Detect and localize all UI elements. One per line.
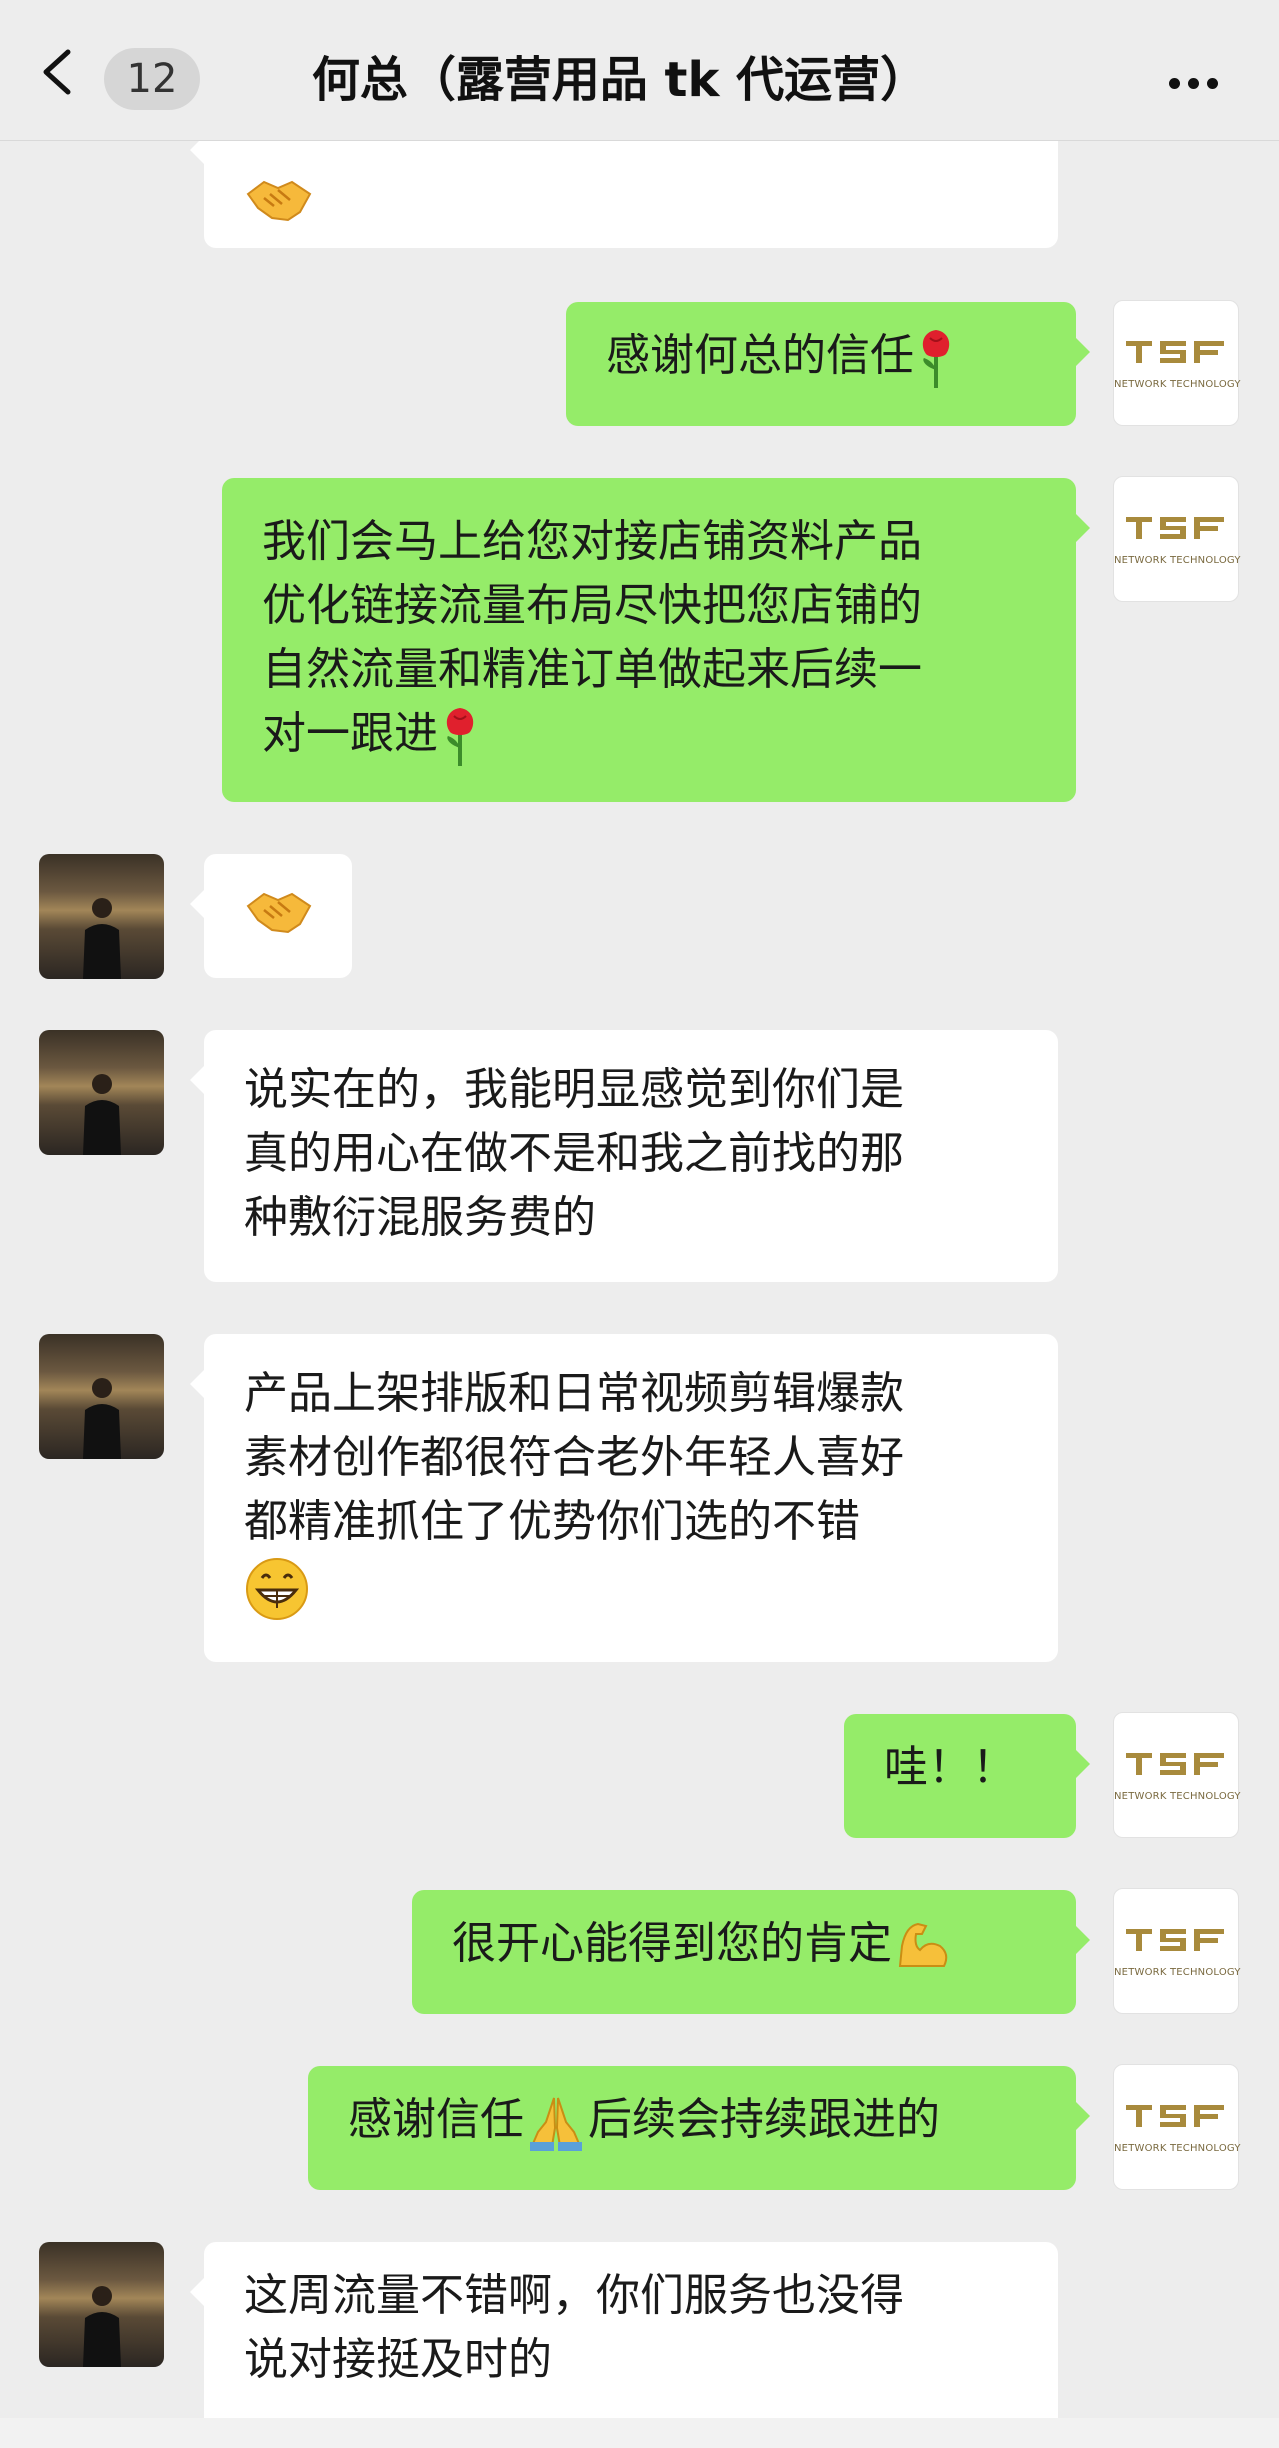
folded-hands-icon xyxy=(530,2097,582,2151)
unread-count-badge[interactable]: 12 xyxy=(104,48,200,110)
avatar-self[interactable]: NETWORK TECHNOLOGY xyxy=(1113,300,1241,426)
message-bubble-outgoing[interactable]: 感谢何总的信任 xyxy=(566,302,1090,426)
handshake-icon xyxy=(246,892,312,934)
message-line: 真的用心在做不是和我之前找的那 xyxy=(244,1128,904,1179)
rose-icon xyxy=(922,330,950,388)
ellipsis-icon[interactable] xyxy=(1169,74,1229,89)
message-line: 说实在的，我能明显感觉到你们是 xyxy=(244,1064,904,1115)
message-text: 哇！！ xyxy=(884,1742,1016,1793)
message-bubble-outgoing[interactable]: 哇！！ xyxy=(844,1714,1090,1838)
message-bubble-incoming[interactable] xyxy=(190,854,352,978)
input-bar-edge xyxy=(0,2418,1279,2448)
message-bubble-outgoing[interactable]: 很开心能得到您的肯定 xyxy=(412,1890,1090,2014)
message-bubble-outgoing[interactable]: 我们会马上给您对接店铺资料产品 优化链接流量布局尽快把您店铺的 自然流量和精准订… xyxy=(222,478,1090,802)
message-line: 这周流量不错啊，你们服务也没得 xyxy=(244,2270,904,2321)
handshake-icon xyxy=(246,180,312,222)
message-line: 素材创作都很符合老外年轻人喜好 xyxy=(244,1432,904,1483)
tsf-subtitle: NETWORK TECHNOLOGY xyxy=(1114,555,1241,566)
person-silhouette-icon xyxy=(83,1074,121,1155)
chat-header: 12 何总（露营用品 tk 代运营） xyxy=(0,0,1279,141)
avatar-self[interactable]: NETWORK TECHNOLOGY xyxy=(1113,476,1241,602)
chat-title: 何总（露营用品 tk 代运营） xyxy=(311,52,929,108)
person-silhouette-icon xyxy=(83,1378,121,1459)
avatar-contact[interactable] xyxy=(39,1030,164,1155)
rose-icon xyxy=(446,708,474,766)
message-text: 感谢何总的信任 xyxy=(606,330,914,381)
message-line: 自然流量和精准订单做起来后续一 xyxy=(262,644,922,695)
avatar-contact[interactable] xyxy=(39,854,164,979)
message-bubble-outgoing[interactable]: 感谢信任 后续会持续跟进的 xyxy=(308,2066,1090,2190)
message-text: 感谢信任 xyxy=(348,2094,524,2145)
chevron-left-icon[interactable] xyxy=(38,48,78,96)
tsf-logo-icon xyxy=(1126,1753,1224,1775)
message-line: 我们会马上给您对接店铺资料产品 xyxy=(262,516,922,567)
person-silhouette-icon xyxy=(83,898,121,979)
message-line: 都精准抓住了优势你们选的不错 xyxy=(244,1496,860,1547)
message-bubble-incoming[interactable]: 这周流量不错啊，你们服务也没得 说对接挺及时的 xyxy=(190,2242,1058,2418)
message-bubble-incoming[interactable]: 产品上架排版和日常视频剪辑爆款 素材创作都很符合老外年轻人喜好 都精准抓住了优势… xyxy=(190,1334,1058,1662)
tsf-logo-icon xyxy=(1126,2105,1224,2127)
tsf-subtitle: NETWORK TECHNOLOGY xyxy=(1114,1791,1241,1802)
message-bubble-incoming[interactable]: 说实在的，我能明显感觉到你们是 真的用心在做不是和我之前找的那 种敷衍混服务费的 xyxy=(190,1030,1058,1282)
message-text: 很开心能得到您的肯定 xyxy=(452,1918,892,1969)
message-line: 种敷衍混服务费的 xyxy=(244,1192,596,1243)
message-line: 对一跟进 xyxy=(262,708,438,759)
avatar-contact[interactable] xyxy=(39,2242,164,2367)
message-text: 后续会持续跟进的 xyxy=(588,2094,940,2145)
tsf-logo-icon xyxy=(1126,517,1224,539)
tsf-subtitle: NETWORK TECHNOLOGY xyxy=(1114,2143,1241,2154)
tsf-logo-icon xyxy=(1126,1929,1224,1951)
flexed-biceps-icon xyxy=(898,1922,948,1967)
tsf-logo-icon xyxy=(1126,341,1224,363)
avatar-contact[interactable] xyxy=(39,1334,164,1459)
message-line: 说对接挺及时的 xyxy=(244,2334,552,2385)
avatar-self[interactable]: NETWORK TECHNOLOGY xyxy=(1113,1712,1241,1838)
tsf-subtitle: NETWORK TECHNOLOGY xyxy=(1114,1967,1241,1978)
grinning-face-icon xyxy=(246,1558,308,1620)
message-line: 产品上架排版和日常视频剪辑爆款 xyxy=(244,1368,904,1419)
person-silhouette-icon xyxy=(83,2286,121,2367)
avatar-self[interactable]: NETWORK TECHNOLOGY xyxy=(1113,2064,1241,2190)
tsf-subtitle: NETWORK TECHNOLOGY xyxy=(1114,379,1241,390)
message-line: 优化链接流量布局尽快把您店铺的 xyxy=(262,580,922,631)
avatar-self[interactable]: NETWORK TECHNOLOGY xyxy=(1113,1888,1241,2014)
